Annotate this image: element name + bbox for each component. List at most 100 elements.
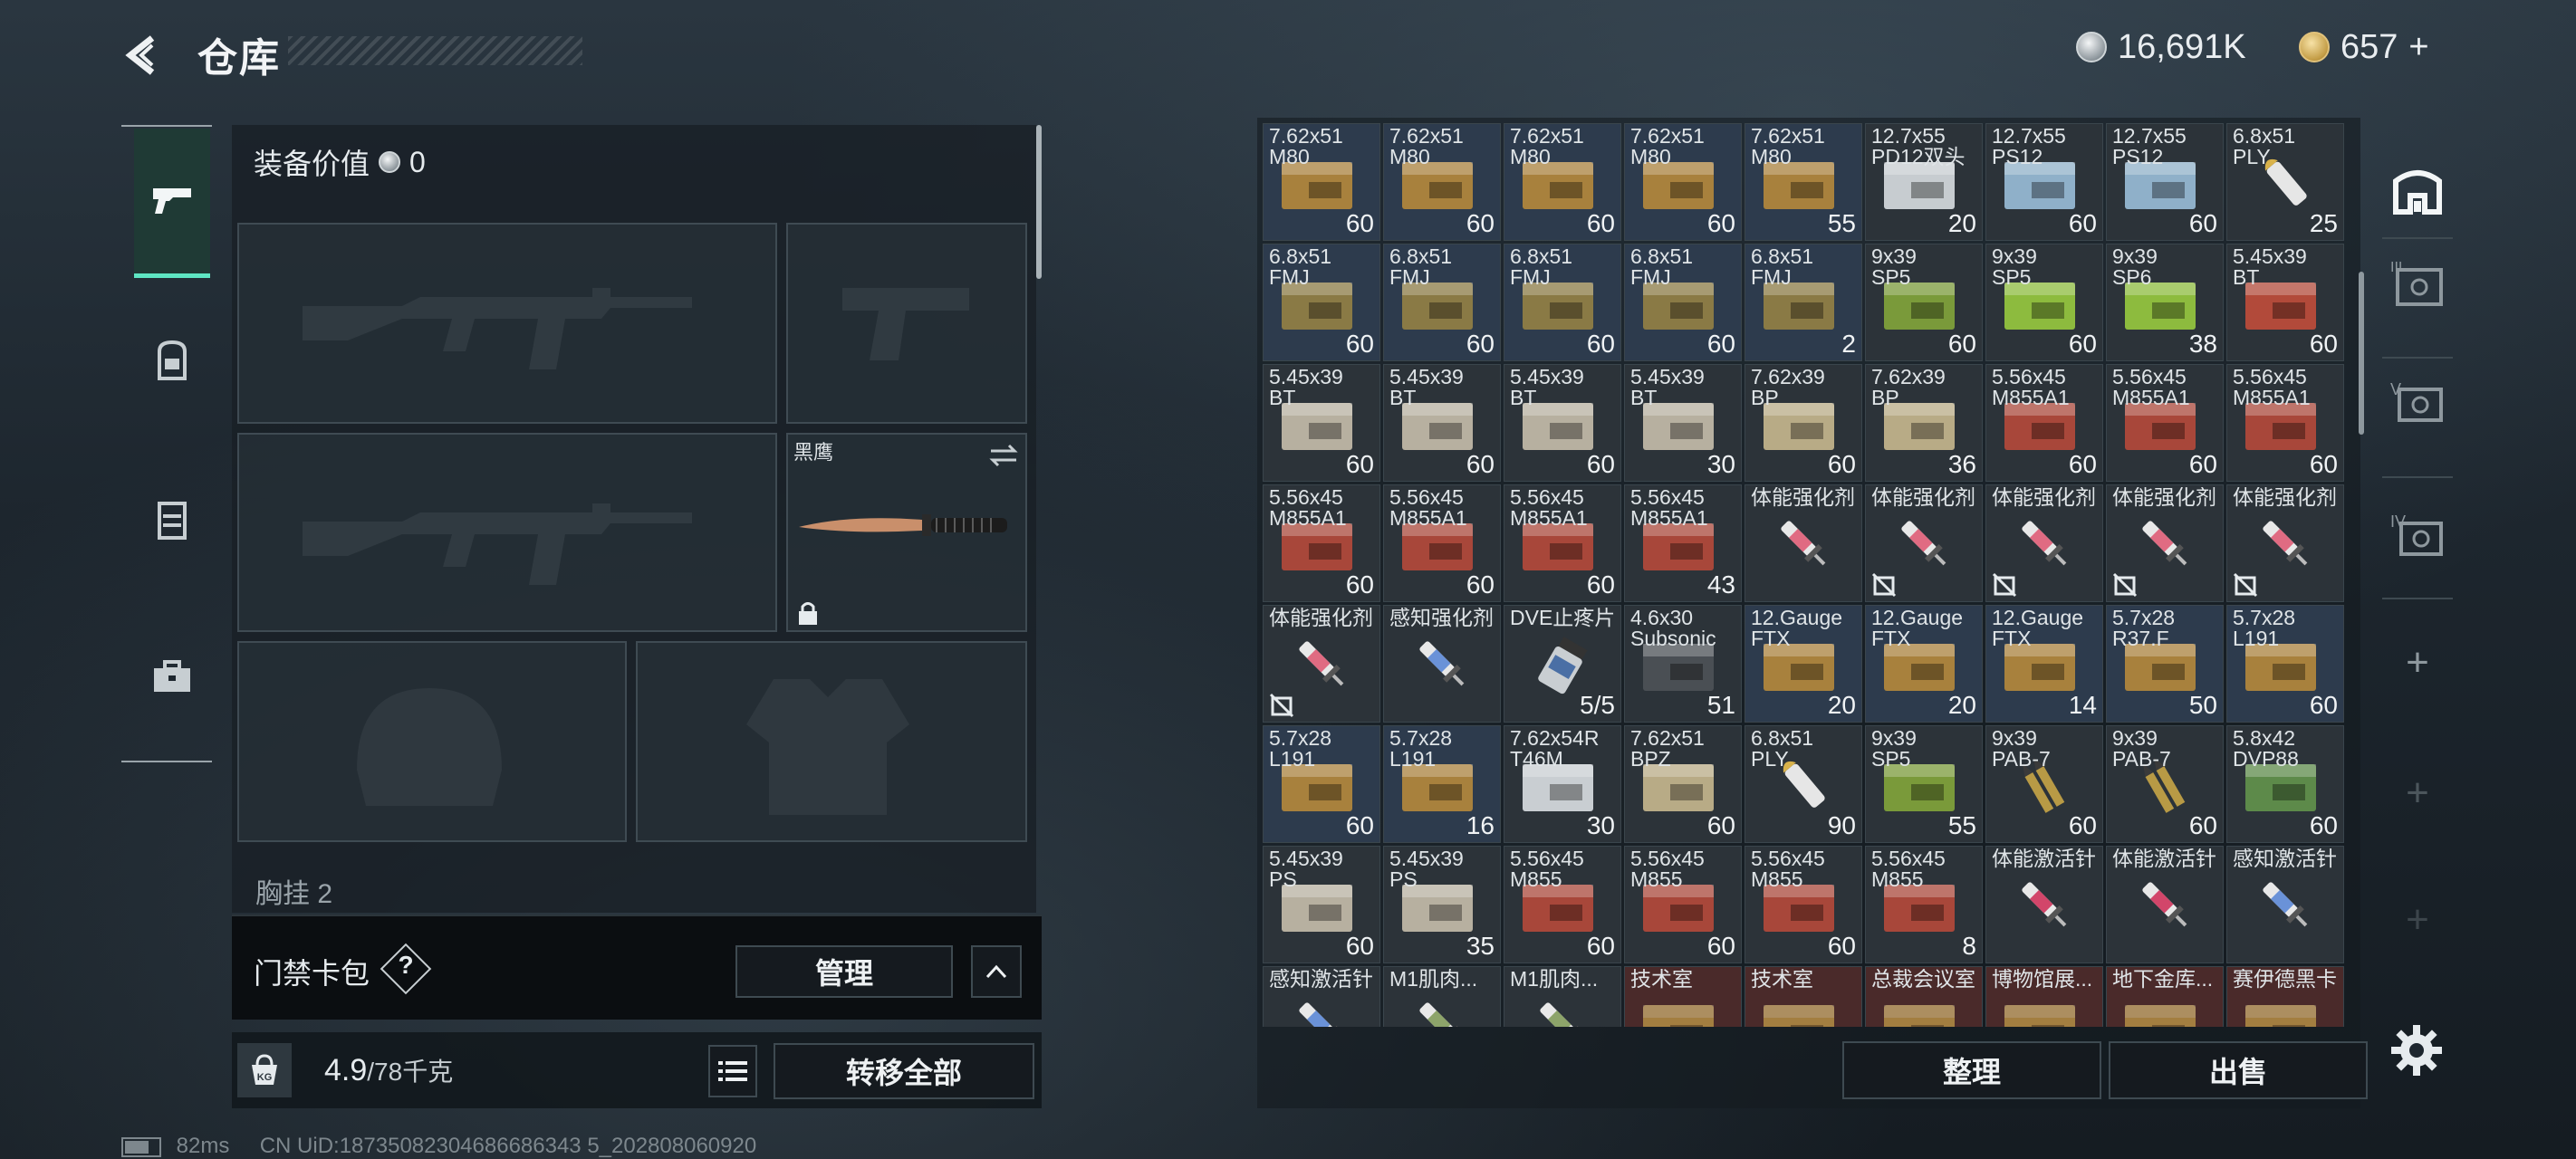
stash-item[interactable]: 6.8x51 FMJ 60	[1383, 244, 1501, 361]
pistol-slot[interactable]	[786, 223, 1027, 424]
tab-gear[interactable]	[134, 322, 210, 398]
stash-tab-main[interactable]	[2379, 145, 2456, 235]
stash-item[interactable]: 6.8x51 PLY 25	[2226, 123, 2344, 241]
stash-item[interactable]: 5.56x45 M855 60	[1624, 846, 1742, 963]
stash-item[interactable]: 5.45x39 PS 60	[1263, 846, 1380, 963]
stash-item[interactable]: 7.62x51 M80 60	[1504, 123, 1621, 241]
stash-item[interactable]: 感知激活针	[2226, 846, 2344, 963]
stash-item[interactable]: 技术室	[1745, 966, 1862, 1027]
stash-item[interactable]: 6.8x51 PLY 90	[1745, 725, 1862, 843]
stash-tab-3[interactable]: III	[2379, 237, 2456, 328]
stash-item[interactable]: 5.7x28 L191 60	[1263, 725, 1380, 843]
back-arrow-icon[interactable]	[121, 33, 167, 78]
helmet-slot[interactable]	[237, 641, 627, 842]
stash-item[interactable]: 5.45x39 BT 60	[1263, 364, 1380, 482]
tab-vest[interactable]	[134, 482, 210, 558]
stash-item[interactable]: 12.Gauge FTX 20	[1745, 605, 1862, 723]
stash-item[interactable]: 5.56x45 M855A1 60	[1263, 484, 1380, 602]
stash-scrollbar[interactable]	[2359, 272, 2364, 435]
stash-item[interactable]: 感知激活针	[1263, 966, 1380, 1027]
stash-tab-5[interactable]: V	[2379, 357, 2456, 447]
stash-item[interactable]: 5.8x42 DVP88 60	[2226, 725, 2344, 843]
secondary-weapon-slot[interactable]	[237, 433, 777, 632]
tab-case[interactable]	[134, 639, 210, 715]
stash-item[interactable]: 5.56x45 M855A1 60	[1985, 364, 2103, 482]
stash-item[interactable]: 5.56x45 M855 60	[1504, 846, 1621, 963]
stash-item[interactable]: 5.7x28 R37.F 50	[2106, 605, 2224, 723]
stash-item[interactable]: 体能强化剂	[2226, 484, 2344, 602]
sort-button[interactable]: 整理	[1842, 1041, 2101, 1099]
stash-item[interactable]: 技术室	[1624, 966, 1742, 1027]
primary-weapon-slot[interactable]	[237, 223, 777, 424]
stash-item[interactable]: 12.7x55 PD12双头 20	[1865, 123, 1983, 241]
add-stash-button[interactable]: +	[2379, 748, 2456, 838]
stash-item[interactable]: 5.56x45 M855A1 43	[1624, 484, 1742, 602]
stash-item[interactable]: 5.56x45 M855A1 60	[2106, 364, 2224, 482]
stash-item[interactable]: 9x39 PAB-7 60	[2106, 725, 2224, 843]
stash-item[interactable]: M1肌肉...	[1383, 966, 1501, 1027]
stash-item[interactable]: 感知强化剂	[1383, 605, 1501, 723]
manage-button[interactable]: 管理	[735, 945, 953, 998]
stash-item[interactable]: 9x39 SP6 38	[2106, 244, 2224, 361]
sell-button[interactable]: 出售	[2109, 1041, 2368, 1099]
stash-item[interactable]: 5.45x39 BT 60	[2226, 244, 2344, 361]
stash-item[interactable]: 5.45x39 BT 60	[1383, 364, 1501, 482]
stash-item[interactable]: 5.7x28 L191 16	[1383, 725, 1501, 843]
stash-item[interactable]: 7.62x51 BPZ 60	[1624, 725, 1742, 843]
stash-item[interactable]: 6.8x51 FMJ 60	[1504, 244, 1621, 361]
stash-item[interactable]: 12.Gauge FTX 14	[1985, 605, 2103, 723]
stash-item[interactable]: 总裁会议室	[1865, 966, 1983, 1027]
stash-item[interactable]: 7.62x51 M80 55	[1745, 123, 1862, 241]
stash-item[interactable]: 12.7x55 PS12 60	[1985, 123, 2103, 241]
stash-item[interactable]: 7.62x51 M80 60	[1263, 123, 1380, 241]
melee-slot[interactable]: 黑鹰	[786, 433, 1027, 632]
stash-item[interactable]: 体能激活针	[1985, 846, 2103, 963]
stash-item[interactable]: 博物馆展...	[1985, 966, 2103, 1027]
stash-item[interactable]: 5.56x45 M855A1 60	[1504, 484, 1621, 602]
stash-item[interactable]: 5.45x39 BT 60	[1504, 364, 1621, 482]
list-button[interactable]	[708, 1045, 757, 1097]
help-icon[interactable]: ?	[391, 951, 420, 980]
collapse-button[interactable]	[971, 945, 1022, 998]
stash-item[interactable]: 9x39 PAB-7 60	[1985, 725, 2103, 843]
transfer-all-button[interactable]: 转移全部	[774, 1043, 1034, 1099]
stash-item[interactable]: 6.8x51 FMJ 60	[1624, 244, 1742, 361]
stash-item[interactable]: 体能激活针	[2106, 846, 2224, 963]
add-gold-icon[interactable]: +	[2408, 28, 2428, 67]
stash-item[interactable]: 5.45x39 PS 35	[1383, 846, 1501, 963]
equipment-scrollbar[interactable]	[1036, 125, 1042, 279]
swap-icon[interactable]	[987, 442, 1020, 469]
stash-item[interactable]: 赛伊德黑卡	[2226, 966, 2344, 1027]
stash-item[interactable]: 5.56x45 M855 8	[1865, 846, 1983, 963]
stash-item[interactable]: 9x39 SP5 60	[1985, 244, 2103, 361]
stash-item[interactable]: 5.56x45 M855 60	[1745, 846, 1862, 963]
stash-item[interactable]: 9x39 SP5 60	[1865, 244, 1983, 361]
stash-item[interactable]: 12.Gauge FTX 20	[1865, 605, 1983, 723]
stash-item[interactable]: M1肌肉...	[1504, 966, 1621, 1027]
stash-item[interactable]: 体能强化剂	[1745, 484, 1862, 602]
stash-item[interactable]: DVE止疼片 5/5	[1504, 605, 1621, 723]
stash-item[interactable]: 7.62x51 M80 60	[1383, 123, 1501, 241]
stash-item[interactable]: 5.7x28 L191 60	[2226, 605, 2344, 723]
stash-item[interactable]: 5.56x45 M855A1 60	[2226, 364, 2344, 482]
stash-item[interactable]: 6.8x51 FMJ 60	[1263, 244, 1380, 361]
stash-item[interactable]: 9x39 SP5 55	[1865, 725, 1983, 843]
settings-gear-icon[interactable]	[2388, 1021, 2446, 1079]
stash-item[interactable]: 7.62x39 BP 36	[1865, 364, 1983, 482]
stash-item[interactable]: 体能强化剂	[1985, 484, 2103, 602]
armor-slot[interactable]	[636, 641, 1027, 842]
stash-item[interactable]: 7.62x39 BP 60	[1745, 364, 1862, 482]
stash-item[interactable]: 4.6x30 Subsonic 51	[1624, 605, 1742, 723]
add-stash-button[interactable]: +	[2379, 875, 2456, 965]
add-stash-button[interactable]: +	[2379, 618, 2456, 708]
stash-item[interactable]: 5.56x45 M855A1 60	[1383, 484, 1501, 602]
tab-weapons[interactable]	[134, 129, 210, 278]
stash-item[interactable]: 体能强化剂	[2106, 484, 2224, 602]
stash-item[interactable]: 6.8x51 FMJ 2	[1745, 244, 1862, 361]
stash-item[interactable]: 体能强化剂	[1263, 605, 1380, 723]
gold-currency[interactable]: 657 +	[2299, 25, 2429, 69]
stash-item[interactable]: 5.45x39 BT 30	[1624, 364, 1742, 482]
stash-item[interactable]: 12.7x55 PS12 60	[2106, 123, 2224, 241]
stash-item[interactable]: 体能强化剂	[1865, 484, 1983, 602]
stash-item[interactable]: 7.62x54R T46M 30	[1504, 725, 1621, 843]
